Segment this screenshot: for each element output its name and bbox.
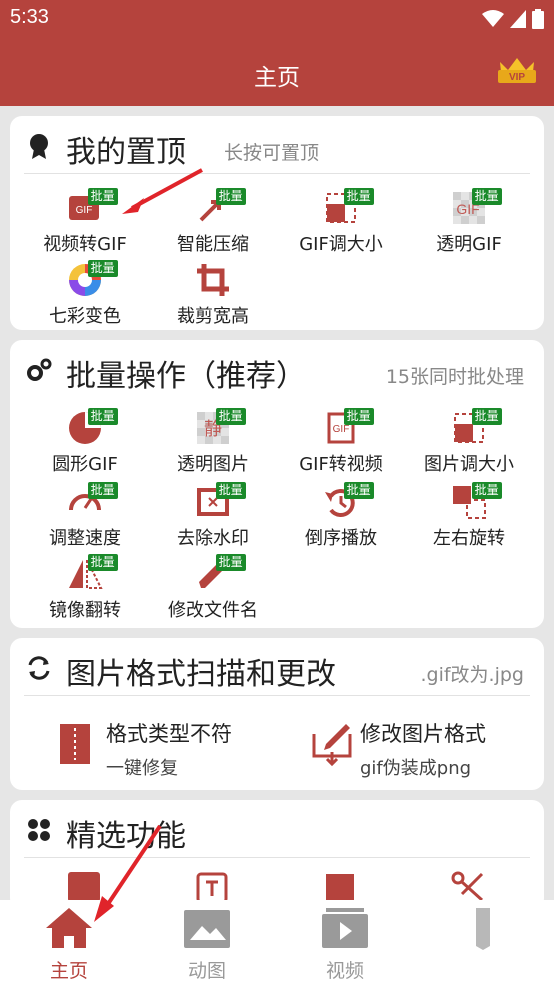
batch-badge: 批量 [215,554,246,571]
tool-circle-gif[interactable]: 批量 圆形GIF [20,404,150,476]
tool-mirror[interactable]: 批量 镜像翻转 [20,550,150,622]
featured-title: 精选功能 [66,819,186,854]
grid-icon [28,819,50,841]
text-icon[interactable] [194,870,230,902]
batch-badge: 批量 [471,482,502,499]
photo-album-icon[interactable] [66,870,102,902]
batch-title: 批量操作（推荐） [66,359,306,394]
tool-rotate[interactable]: 批量 左右旋转 [404,478,534,550]
vip-icon[interactable]: VIP [496,52,538,90]
tool-remove-watermark[interactable]: 批量 去除水印 [148,478,278,550]
batch-card: 批量操作（推荐） 15张同时批处理 批量 圆形GIF 静 批量 透明图片 GIF… [10,340,544,628]
tool-video-to-gif[interactable]: GIF 批量 视频转GIF [20,184,150,256]
fix-format-button[interactable]: 格式类型不符 一键修复 [58,712,278,784]
batch-badge: 批量 [471,188,502,205]
pinned-header: 我的置顶 长按可置顶 [24,116,530,174]
gif-gallery-icon [184,910,230,948]
format-title: 图片格式扫描和更改 [66,657,336,692]
document-zip-icon [60,724,90,764]
format-header: 图片格式扫描和更改 .gif改为.jpg [24,638,530,696]
tool-smart-compress[interactable]: 批量 智能压缩 [148,184,278,256]
status-bar: 5:33 [0,0,554,38]
scissors-icon[interactable] [450,870,486,902]
featured-card: 精选功能 [10,800,544,910]
award-icon [30,134,48,159]
tool-transparent-gif[interactable]: GIF 批量 透明GIF [404,184,534,256]
user-icon [476,908,490,950]
batch-badge: 批量 [87,554,118,571]
batch-badge: 批量 [87,260,118,277]
batch-badge: 批量 [215,188,246,205]
batch-badge: 批量 [343,188,374,205]
battery-icon [532,9,544,29]
app-bar: 主页 VIP [0,38,554,106]
nav-home[interactable]: 主页 [0,900,138,984]
home-icon [46,908,92,948]
batch-badge: 批量 [343,482,374,499]
pinned-card: 我的置顶 长按可置顶 GIF 批量 视频转GIF 批量 智能压缩 批量 GIF调… [10,116,544,330]
tool-transparent-image[interactable]: 静 批量 透明图片 [148,404,278,476]
wifi-icon [482,10,504,27]
edit-download-icon [312,724,352,767]
batch-badge: 批量 [471,408,502,425]
format-hint: .gif改为.jpg [420,664,524,686]
tool-gif-to-video[interactable]: GIF 批量 GIF转视频 [276,404,406,476]
tool-reverse-play[interactable]: 批量 倒序播放 [276,478,406,550]
crop-icon [197,264,229,296]
tool-rename[interactable]: 批量 修改文件名 [148,550,278,622]
svg-text:GIF: GIF [333,424,350,435]
batch-badge: 批量 [87,188,118,205]
batch-badge: 批量 [87,408,118,425]
batch-header: 批量操作（推荐） 15张同时批处理 [24,340,530,398]
video-icon [322,908,368,948]
signal-icon [510,10,526,28]
svg-text:GIF: GIF [76,205,93,216]
batch-badge: 批量 [87,482,118,499]
tool-color-change[interactable]: 批量 七彩变色 [20,256,150,328]
pinned-hint: 长按可置顶 [224,142,320,164]
tool-gif-resize[interactable]: 批量 GIF调大小 [276,184,406,256]
nav-video[interactable]: 视频 [276,900,414,984]
svg-text:VIP: VIP [509,72,525,83]
bottom-navigation: 主页 动图 视频 [0,900,554,984]
batch-hint: 15张同时批处理 [385,366,524,388]
change-format-button[interactable]: 修改图片格式 gif伪装成png [312,712,532,784]
batch-badge: 批量 [215,482,246,499]
pinned-title: 我的置顶 [66,135,186,170]
refresh-icon [28,656,50,680]
image-icon[interactable] [322,870,358,902]
batch-badge: 批量 [215,408,246,425]
format-card: 图片格式扫描和更改 .gif改为.jpg 格式类型不符 一键修复 修改图片格式 … [10,638,544,790]
nav-gif[interactable]: 动图 [138,900,276,984]
featured-header: 精选功能 [24,800,530,858]
batch-badge: 批量 [343,408,374,425]
gears-icon [27,358,52,381]
tool-image-resize[interactable]: 批量 图片调大小 [404,404,534,476]
tool-crop[interactable]: 裁剪宽高 [148,256,278,328]
nav-profile[interactable] [414,900,552,984]
page-title: 主页 [254,65,300,91]
tool-speed[interactable]: 批量 调整速度 [20,478,150,550]
status-time: 5:33 [10,6,49,28]
